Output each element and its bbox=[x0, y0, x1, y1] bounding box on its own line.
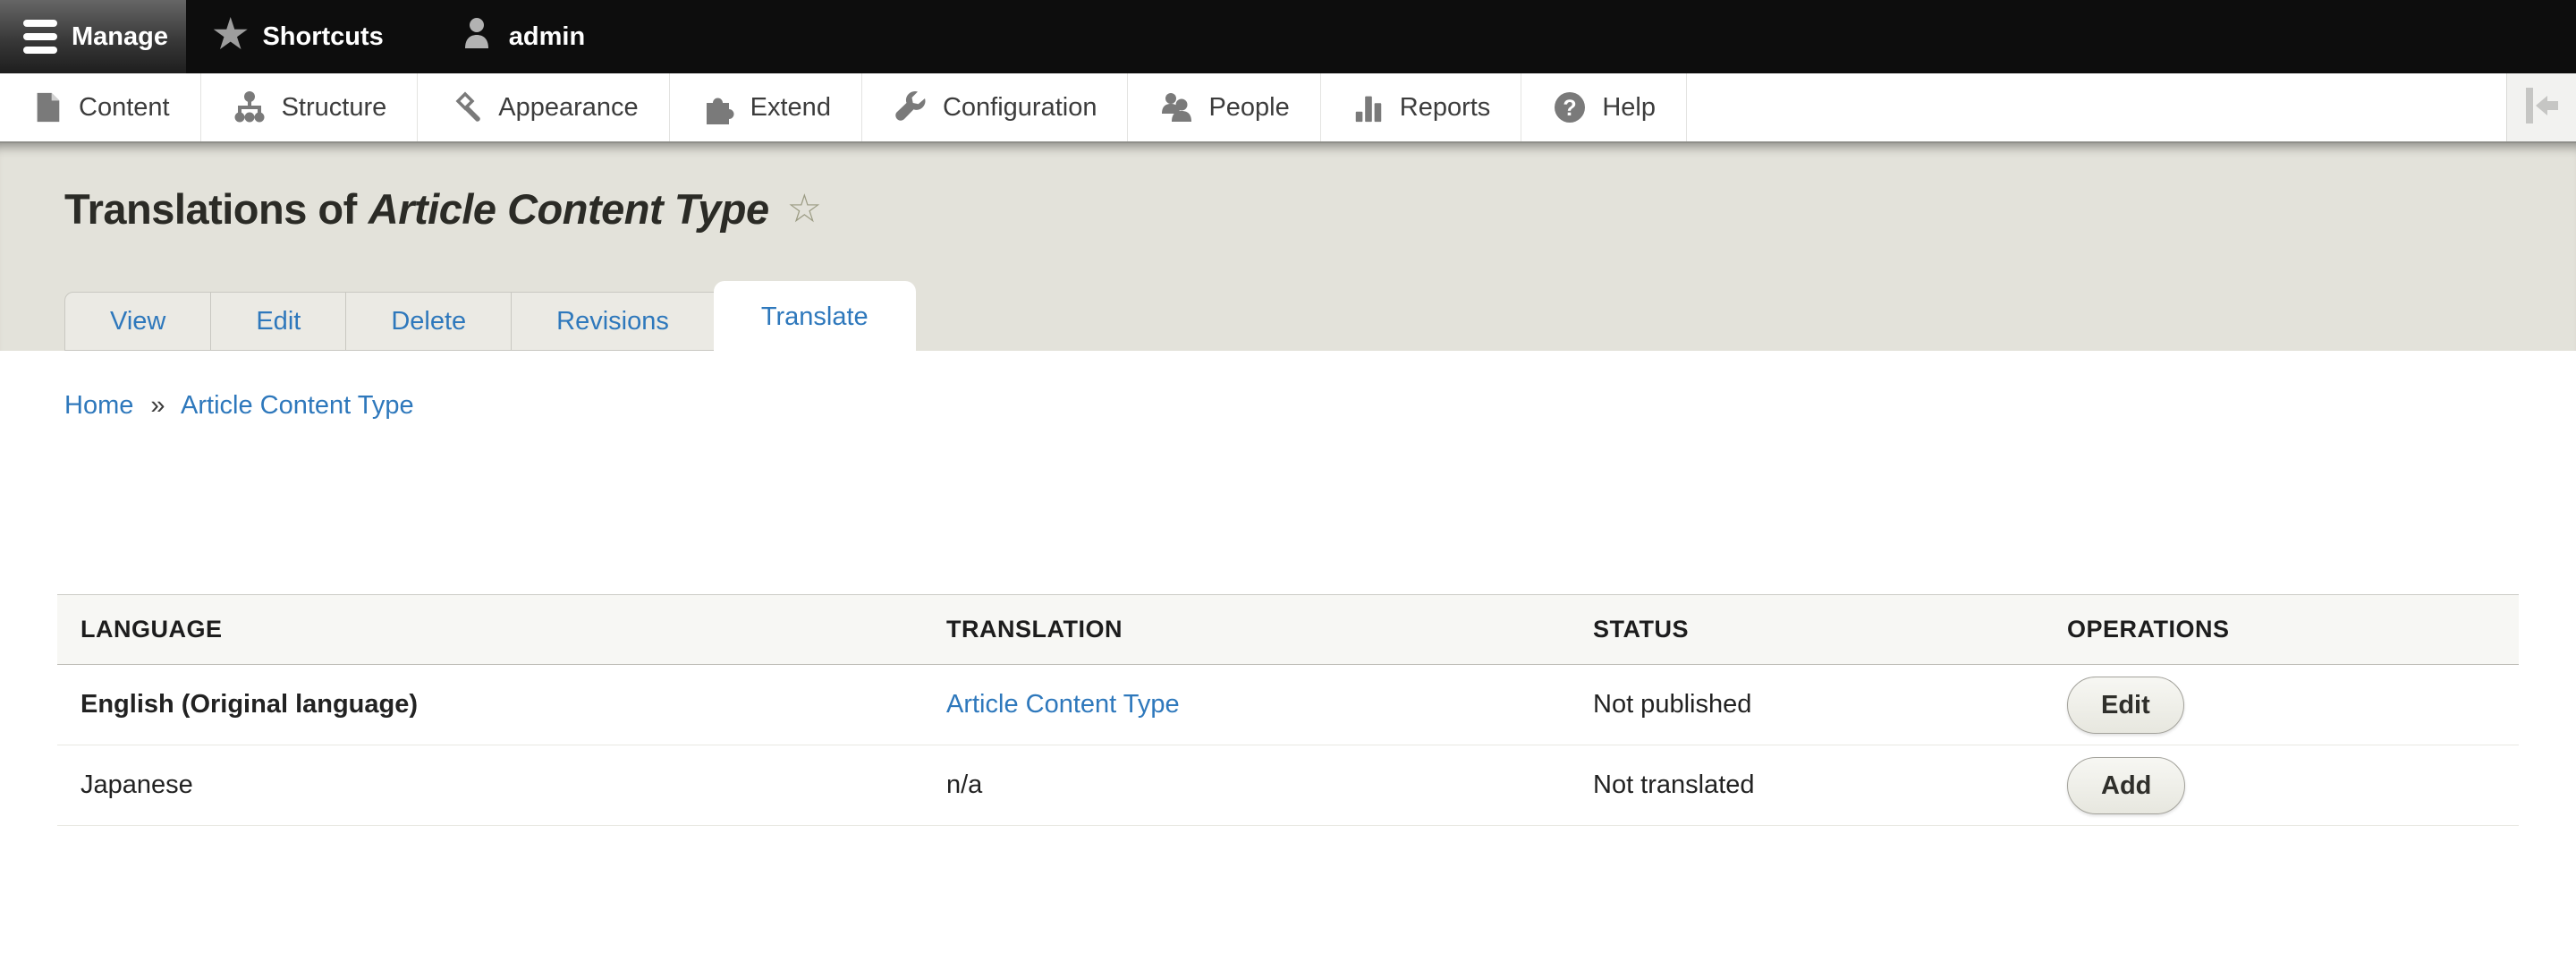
admin-toolbar-tray: Content Structure Appearance Extend Conf… bbox=[0, 73, 2576, 143]
username-label: admin bbox=[508, 21, 586, 51]
toolbar-orientation-toggle[interactable] bbox=[2506, 73, 2576, 141]
page-title-entity: Article Content Type bbox=[368, 185, 769, 233]
column-header-translation: TRANSLATION bbox=[923, 594, 1570, 665]
operations-cell: Add bbox=[2044, 745, 2519, 826]
translations-table-wrap: LANGUAGE TRANSLATION STATUS OPERATIONS E… bbox=[57, 594, 2519, 826]
toolbar-item-label: Reports bbox=[1399, 92, 1491, 122]
structure-icon bbox=[232, 89, 267, 125]
toolbar-item-label: Help bbox=[1602, 92, 1656, 122]
configuration-icon bbox=[893, 89, 928, 125]
add-button[interactable]: Add bbox=[2067, 756, 2186, 814]
status-cell: Not translated bbox=[1570, 745, 2044, 826]
column-header-status: STATUS bbox=[1570, 594, 2044, 665]
svg-text:?: ? bbox=[1563, 96, 1577, 121]
operations-cell: Edit bbox=[2044, 664, 2519, 745]
main-content: Home » Article Content Type LANGUAGE TRA… bbox=[0, 351, 2576, 979]
shortcuts-menu-item[interactable]: ★ Shortcuts bbox=[186, 0, 411, 73]
toolbar-item-label: Content bbox=[79, 92, 170, 122]
user-icon bbox=[459, 15, 495, 58]
extend-icon bbox=[700, 89, 736, 125]
toolbar-item-appearance[interactable]: Appearance bbox=[418, 73, 670, 141]
people-icon bbox=[1158, 89, 1194, 125]
toolbar-item-label: Configuration bbox=[942, 92, 1097, 122]
manage-label: Manage bbox=[72, 21, 168, 51]
tab-translate[interactable]: Translate bbox=[713, 281, 916, 351]
toolbar-item-label: People bbox=[1208, 92, 1290, 122]
shortcuts-label: Shortcuts bbox=[262, 21, 384, 51]
toolbar-item-label: Structure bbox=[281, 92, 387, 122]
toolbar-item-help[interactable]: ? Help bbox=[1521, 73, 1687, 141]
tab-delete[interactable]: Delete bbox=[345, 292, 513, 351]
language-cell: English (Original language) bbox=[57, 664, 923, 745]
table-header-row: LANGUAGE TRANSLATION STATUS OPERATIONS bbox=[57, 594, 2519, 665]
manage-menu-item[interactable]: Manage bbox=[0, 0, 186, 73]
table-row: Japanese n/a Not translated Add bbox=[57, 745, 2519, 826]
tab-view[interactable]: View bbox=[64, 292, 212, 351]
breadcrumb-current-link[interactable]: Article Content Type bbox=[181, 391, 414, 420]
language-cell: Japanese bbox=[57, 745, 923, 826]
translation-cell: Article Content Type bbox=[923, 664, 1570, 745]
toolbar-item-label: Extend bbox=[750, 92, 831, 122]
content-icon bbox=[30, 89, 64, 125]
edit-button[interactable]: Edit bbox=[2067, 676, 2184, 734]
help-icon: ? bbox=[1552, 89, 1588, 125]
table-row: English (Original language) Article Cont… bbox=[57, 664, 2519, 745]
breadcrumb-separator: » bbox=[150, 391, 165, 420]
toolbar-item-configuration[interactable]: Configuration bbox=[862, 73, 1129, 141]
translations-table: LANGUAGE TRANSLATION STATUS OPERATIONS E… bbox=[57, 594, 2519, 826]
column-header-language: LANGUAGE bbox=[57, 594, 923, 665]
toolbar-item-structure[interactable]: Structure bbox=[201, 73, 419, 141]
collapse-left-icon bbox=[2522, 86, 2562, 130]
toolbar-item-reports[interactable]: Reports bbox=[1321, 73, 1522, 141]
tab-revisions[interactable]: Revisions bbox=[511, 292, 715, 351]
reports-icon bbox=[1352, 89, 1385, 125]
translation-link[interactable]: Article Content Type bbox=[946, 690, 1180, 719]
page-header: Translations of Article Content Type ☆ V… bbox=[0, 143, 2576, 351]
user-menu-item[interactable]: admin bbox=[432, 0, 612, 73]
breadcrumb: Home » Article Content Type bbox=[0, 351, 2576, 421]
toolbar-item-content[interactable]: Content bbox=[0, 73, 201, 141]
toolbar-item-label: Appearance bbox=[498, 92, 639, 122]
toolbar-item-extend[interactable]: Extend bbox=[670, 73, 862, 141]
hamburger-icon bbox=[23, 20, 57, 54]
admin-toolbar-bar: Manage ★ Shortcuts admin bbox=[0, 0, 2576, 73]
primary-tabs: View Edit Delete Revisions Translate bbox=[64, 281, 916, 351]
star-icon: ★ bbox=[213, 13, 249, 56]
favorite-star-icon[interactable]: ☆ bbox=[787, 189, 822, 229]
page-title: Translations of Article Content Type ☆ bbox=[64, 184, 822, 234]
status-cell: Not published bbox=[1570, 664, 2044, 745]
breadcrumb-home-link[interactable]: Home bbox=[64, 391, 133, 420]
tab-edit[interactable]: Edit bbox=[210, 292, 347, 351]
page-title-prefix: Translations of bbox=[64, 185, 357, 233]
translation-cell: n/a bbox=[923, 745, 1570, 826]
appearance-icon bbox=[448, 89, 484, 125]
toolbar-item-people[interactable]: People bbox=[1128, 73, 1321, 141]
column-header-operations: OPERATIONS bbox=[2044, 594, 2519, 665]
